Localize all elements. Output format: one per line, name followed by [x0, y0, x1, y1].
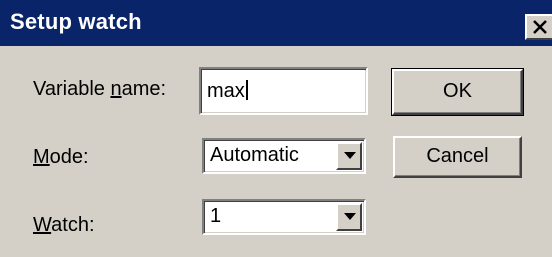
- chevron-down-icon: [344, 213, 356, 220]
- watch-label: Watch:: [33, 214, 95, 236]
- ok-button[interactable]: OK: [391, 68, 524, 116]
- watch-dropdown-button[interactable]: [336, 203, 362, 231]
- close-button[interactable]: [525, 14, 552, 40]
- close-icon: [533, 20, 547, 34]
- variable-name-label: Variable name:: [33, 78, 167, 100]
- mode-label: Mode:: [33, 146, 89, 168]
- chevron-down-icon: [344, 152, 356, 159]
- mode-select-value: Automatic: [210, 144, 299, 166]
- variable-name-input[interactable]: max: [199, 67, 368, 115]
- setup-watch-dialog: Setup watch Variable name: max Mode: Aut…: [0, 0, 552, 257]
- window-title: Setup watch: [10, 9, 142, 34]
- watch-select-value: 1: [210, 205, 222, 227]
- mode-dropdown-button[interactable]: [336, 142, 362, 170]
- variable-name-value: max: [207, 80, 248, 103]
- text-caret: [245, 80, 248, 100]
- title-bar[interactable]: Setup watch: [0, 0, 552, 46]
- cancel-button[interactable]: Cancel: [393, 136, 522, 178]
- mode-select[interactable]: Automatic: [202, 138, 366, 174]
- watch-select[interactable]: 1: [202, 199, 366, 235]
